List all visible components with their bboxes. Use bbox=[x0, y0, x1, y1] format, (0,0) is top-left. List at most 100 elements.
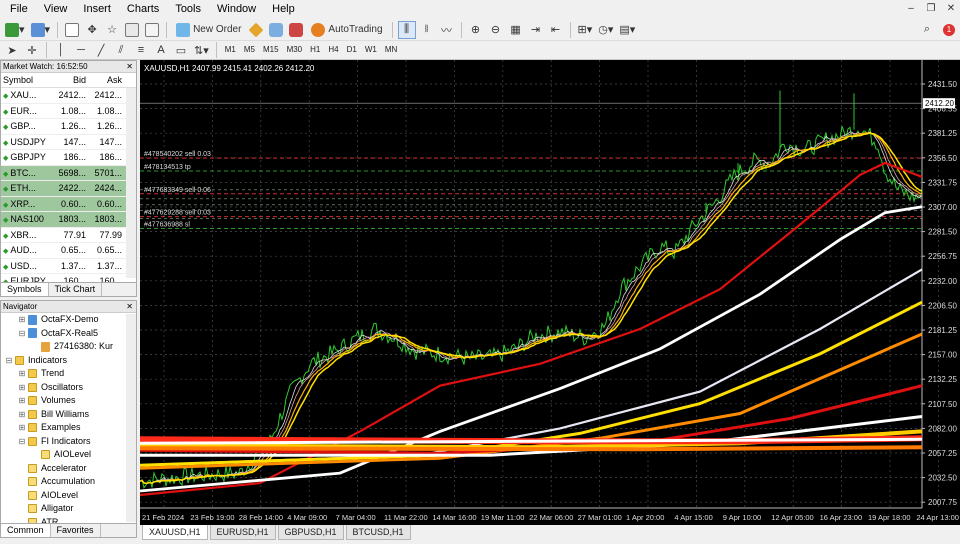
timeframe-w1[interactable]: W1 bbox=[362, 42, 380, 58]
market-watch-row[interactable]: ◆ XAU... 2412... 2412... bbox=[1, 88, 136, 104]
timeframe-m15[interactable]: M15 bbox=[260, 42, 282, 58]
chart-canvas[interactable]: 2431.502406.552381.252356.502331.752307.… bbox=[140, 60, 960, 525]
equidistant-channel-icon[interactable]: ⫽ bbox=[112, 41, 130, 59]
arrows-icon[interactable]: ⇅▾ bbox=[192, 41, 211, 59]
expand-icon[interactable]: ⊞ bbox=[18, 421, 26, 435]
menu-insert[interactable]: Insert bbox=[75, 0, 119, 19]
market-watch-row[interactable]: ◆ EUR... 1.08... 1.08... bbox=[1, 104, 136, 119]
vps-icon[interactable] bbox=[287, 21, 305, 39]
menu-tools[interactable]: Tools bbox=[167, 0, 209, 19]
navigator-item[interactable]: ⊞ Trend bbox=[1, 367, 136, 381]
restore-icon[interactable]: ❐ bbox=[924, 2, 938, 16]
vertical-line-icon[interactable]: │ bbox=[52, 41, 70, 59]
chart-tab-eurusd[interactable]: EURUSD,H1 bbox=[209, 525, 276, 540]
expand-icon[interactable]: ⊟ bbox=[18, 327, 26, 341]
expand-icon[interactable]: ⊟ bbox=[5, 354, 13, 368]
indicators-icon[interactable]: ⊞▾ bbox=[576, 21, 595, 39]
timeframe-h4[interactable]: H4 bbox=[325, 42, 341, 58]
expand-icon[interactable]: ⊞ bbox=[18, 408, 26, 422]
crosshair-icon[interactable]: ✛ bbox=[23, 41, 41, 59]
data-window-icon[interactable]: ✥ bbox=[83, 21, 101, 39]
price-chart[interactable]: 2431.50 2406.55 2381.25 2356.50 2331.75 2307.… bbox=[140, 60, 960, 525]
navigator-item[interactable]: ⊞ Bill Williams bbox=[1, 408, 136, 422]
navigator-item[interactable]: ⊞ Oscillators bbox=[1, 381, 136, 395]
trendline-icon[interactable]: ╱ bbox=[92, 41, 110, 59]
signals-icon[interactable] bbox=[267, 21, 285, 39]
zoom-in-icon[interactable]: ⊕ bbox=[467, 21, 485, 39]
chart-shift-icon[interactable]: ⇤ bbox=[547, 21, 565, 39]
menu-help[interactable]: Help bbox=[264, 0, 303, 19]
close-icon[interactable]: ✕ bbox=[126, 301, 136, 312]
minimize-icon[interactable]: – bbox=[904, 2, 918, 16]
market-watch-row[interactable]: ◆ XBR... 77.91 77.99 bbox=[1, 228, 136, 243]
menu-window[interactable]: Window bbox=[209, 0, 264, 19]
navigator-item[interactable]: 27416380: Kur bbox=[1, 340, 136, 354]
close-icon[interactable]: ✕ bbox=[944, 2, 958, 16]
menu-charts[interactable]: Charts bbox=[119, 0, 167, 19]
candlestick-icon[interactable]: ⧚ bbox=[418, 21, 436, 39]
notification-icon[interactable]: 1 bbox=[940, 21, 958, 39]
column-symbol[interactable]: Symbol bbox=[1, 73, 51, 87]
search-icon[interactable]: ⌕ bbox=[918, 21, 936, 39]
market-watch-row[interactable]: ◆ AUD... 0.65... 0.65... bbox=[1, 243, 136, 259]
line-chart-icon[interactable]: 〰 bbox=[438, 21, 456, 39]
market-watch-row[interactable]: ◆ XRP... 0.60... 0.60... bbox=[1, 196, 136, 212]
tab-tick-chart[interactable]: Tick Chart bbox=[49, 283, 103, 296]
navigator-item[interactable]: ⊞ Examples bbox=[1, 421, 136, 435]
timeframe-mn[interactable]: MN bbox=[382, 42, 400, 58]
new-order-button[interactable]: New Order bbox=[172, 21, 245, 39]
new-chart-icon[interactable]: ▾ bbox=[3, 21, 27, 39]
autotrading-button[interactable]: AutoTrading bbox=[307, 21, 386, 39]
navigator-item[interactable]: AIOLevel bbox=[1, 448, 136, 462]
menu-file[interactable]: File bbox=[2, 0, 36, 19]
profiles-icon[interactable]: ▾ bbox=[29, 21, 53, 39]
market-watch-scrollbar[interactable] bbox=[126, 88, 136, 278]
timeframe-d1[interactable]: D1 bbox=[344, 42, 360, 58]
expand-icon[interactable]: ⊞ bbox=[18, 313, 26, 327]
timeframe-m30[interactable]: M30 bbox=[284, 42, 306, 58]
expand-icon[interactable]: ⊟ bbox=[18, 435, 26, 449]
zoom-out-icon[interactable]: ⊖ bbox=[487, 21, 505, 39]
periods-icon[interactable]: ◷▾ bbox=[596, 21, 615, 39]
expand-icon[interactable]: ⊞ bbox=[18, 381, 26, 395]
chart-tab-gbpusd[interactable]: GBPUSD,H1 bbox=[277, 525, 344, 540]
market-watch-row[interactable]: ◆ GBPJPY 186... 186... bbox=[1, 150, 136, 166]
chart-tab-btcusd[interactable]: BTCUSD,H1 bbox=[345, 525, 411, 540]
tab-common[interactable]: Common bbox=[1, 524, 51, 537]
market-watch-row[interactable]: ◆ GBP... 1.26... 1.26... bbox=[1, 119, 136, 135]
navigator-item[interactable]: ⊟ Indicators bbox=[1, 354, 136, 368]
navigator-item[interactable]: ⊟ FI Indicators bbox=[1, 435, 136, 449]
label-icon[interactable]: ▭ bbox=[172, 41, 190, 59]
timeframe-h1[interactable]: H1 bbox=[307, 42, 323, 58]
timeframe-m5[interactable]: M5 bbox=[241, 42, 258, 58]
navigator-scrollbar[interactable] bbox=[126, 314, 136, 522]
market-watch-row[interactable]: ◆ BTC... 5698... 5701... bbox=[1, 165, 136, 181]
market-watch-row[interactable]: ◆ USDJPY 147... 147... bbox=[1, 135, 136, 150]
navigator-item[interactable]: ⊞ Volumes bbox=[1, 394, 136, 408]
market-watch-row[interactable]: ◆ USD... 1.37... 1.37... bbox=[1, 259, 136, 274]
expand-icon[interactable]: ⊞ bbox=[18, 367, 26, 381]
bar-chart-icon[interactable]: ⫼ bbox=[397, 20, 416, 39]
market-watch-icon[interactable] bbox=[63, 21, 81, 39]
column-ask[interactable]: Ask bbox=[89, 73, 125, 87]
expand-icon[interactable]: ⊞ bbox=[18, 394, 26, 408]
close-icon[interactable]: ✕ bbox=[126, 61, 136, 72]
tile-windows-icon[interactable]: ▦ bbox=[507, 21, 525, 39]
metaeditor-icon[interactable] bbox=[247, 21, 265, 39]
strategy-tester-icon[interactable] bbox=[143, 21, 161, 39]
navigator-item[interactable]: Accelerator bbox=[1, 462, 136, 476]
navigator-item[interactable]: ⊞ OctaFX-Demo bbox=[1, 313, 136, 327]
fibonacci-icon[interactable]: ≡ bbox=[132, 41, 150, 59]
tab-favorites[interactable]: Favorites bbox=[51, 524, 101, 537]
tab-symbols[interactable]: Symbols bbox=[1, 283, 49, 296]
timeframe-m1[interactable]: M1 bbox=[222, 42, 239, 58]
navigator-icon[interactable]: ☆ bbox=[103, 21, 121, 39]
autoscroll-icon[interactable]: ⇥ bbox=[527, 21, 545, 39]
text-icon[interactable]: A bbox=[152, 41, 170, 59]
menu-view[interactable]: View bbox=[36, 0, 76, 19]
navigator-item[interactable]: ⊟ OctaFX-Real5 bbox=[1, 327, 136, 341]
chart-tab-xauusd[interactable]: XAUUSD,H1 bbox=[142, 525, 208, 540]
horizontal-line-icon[interactable]: ─ bbox=[72, 41, 90, 59]
column-bid[interactable]: Bid bbox=[51, 73, 89, 87]
market-watch-row[interactable]: ◆ NAS100 1803... 1803... bbox=[1, 212, 136, 228]
